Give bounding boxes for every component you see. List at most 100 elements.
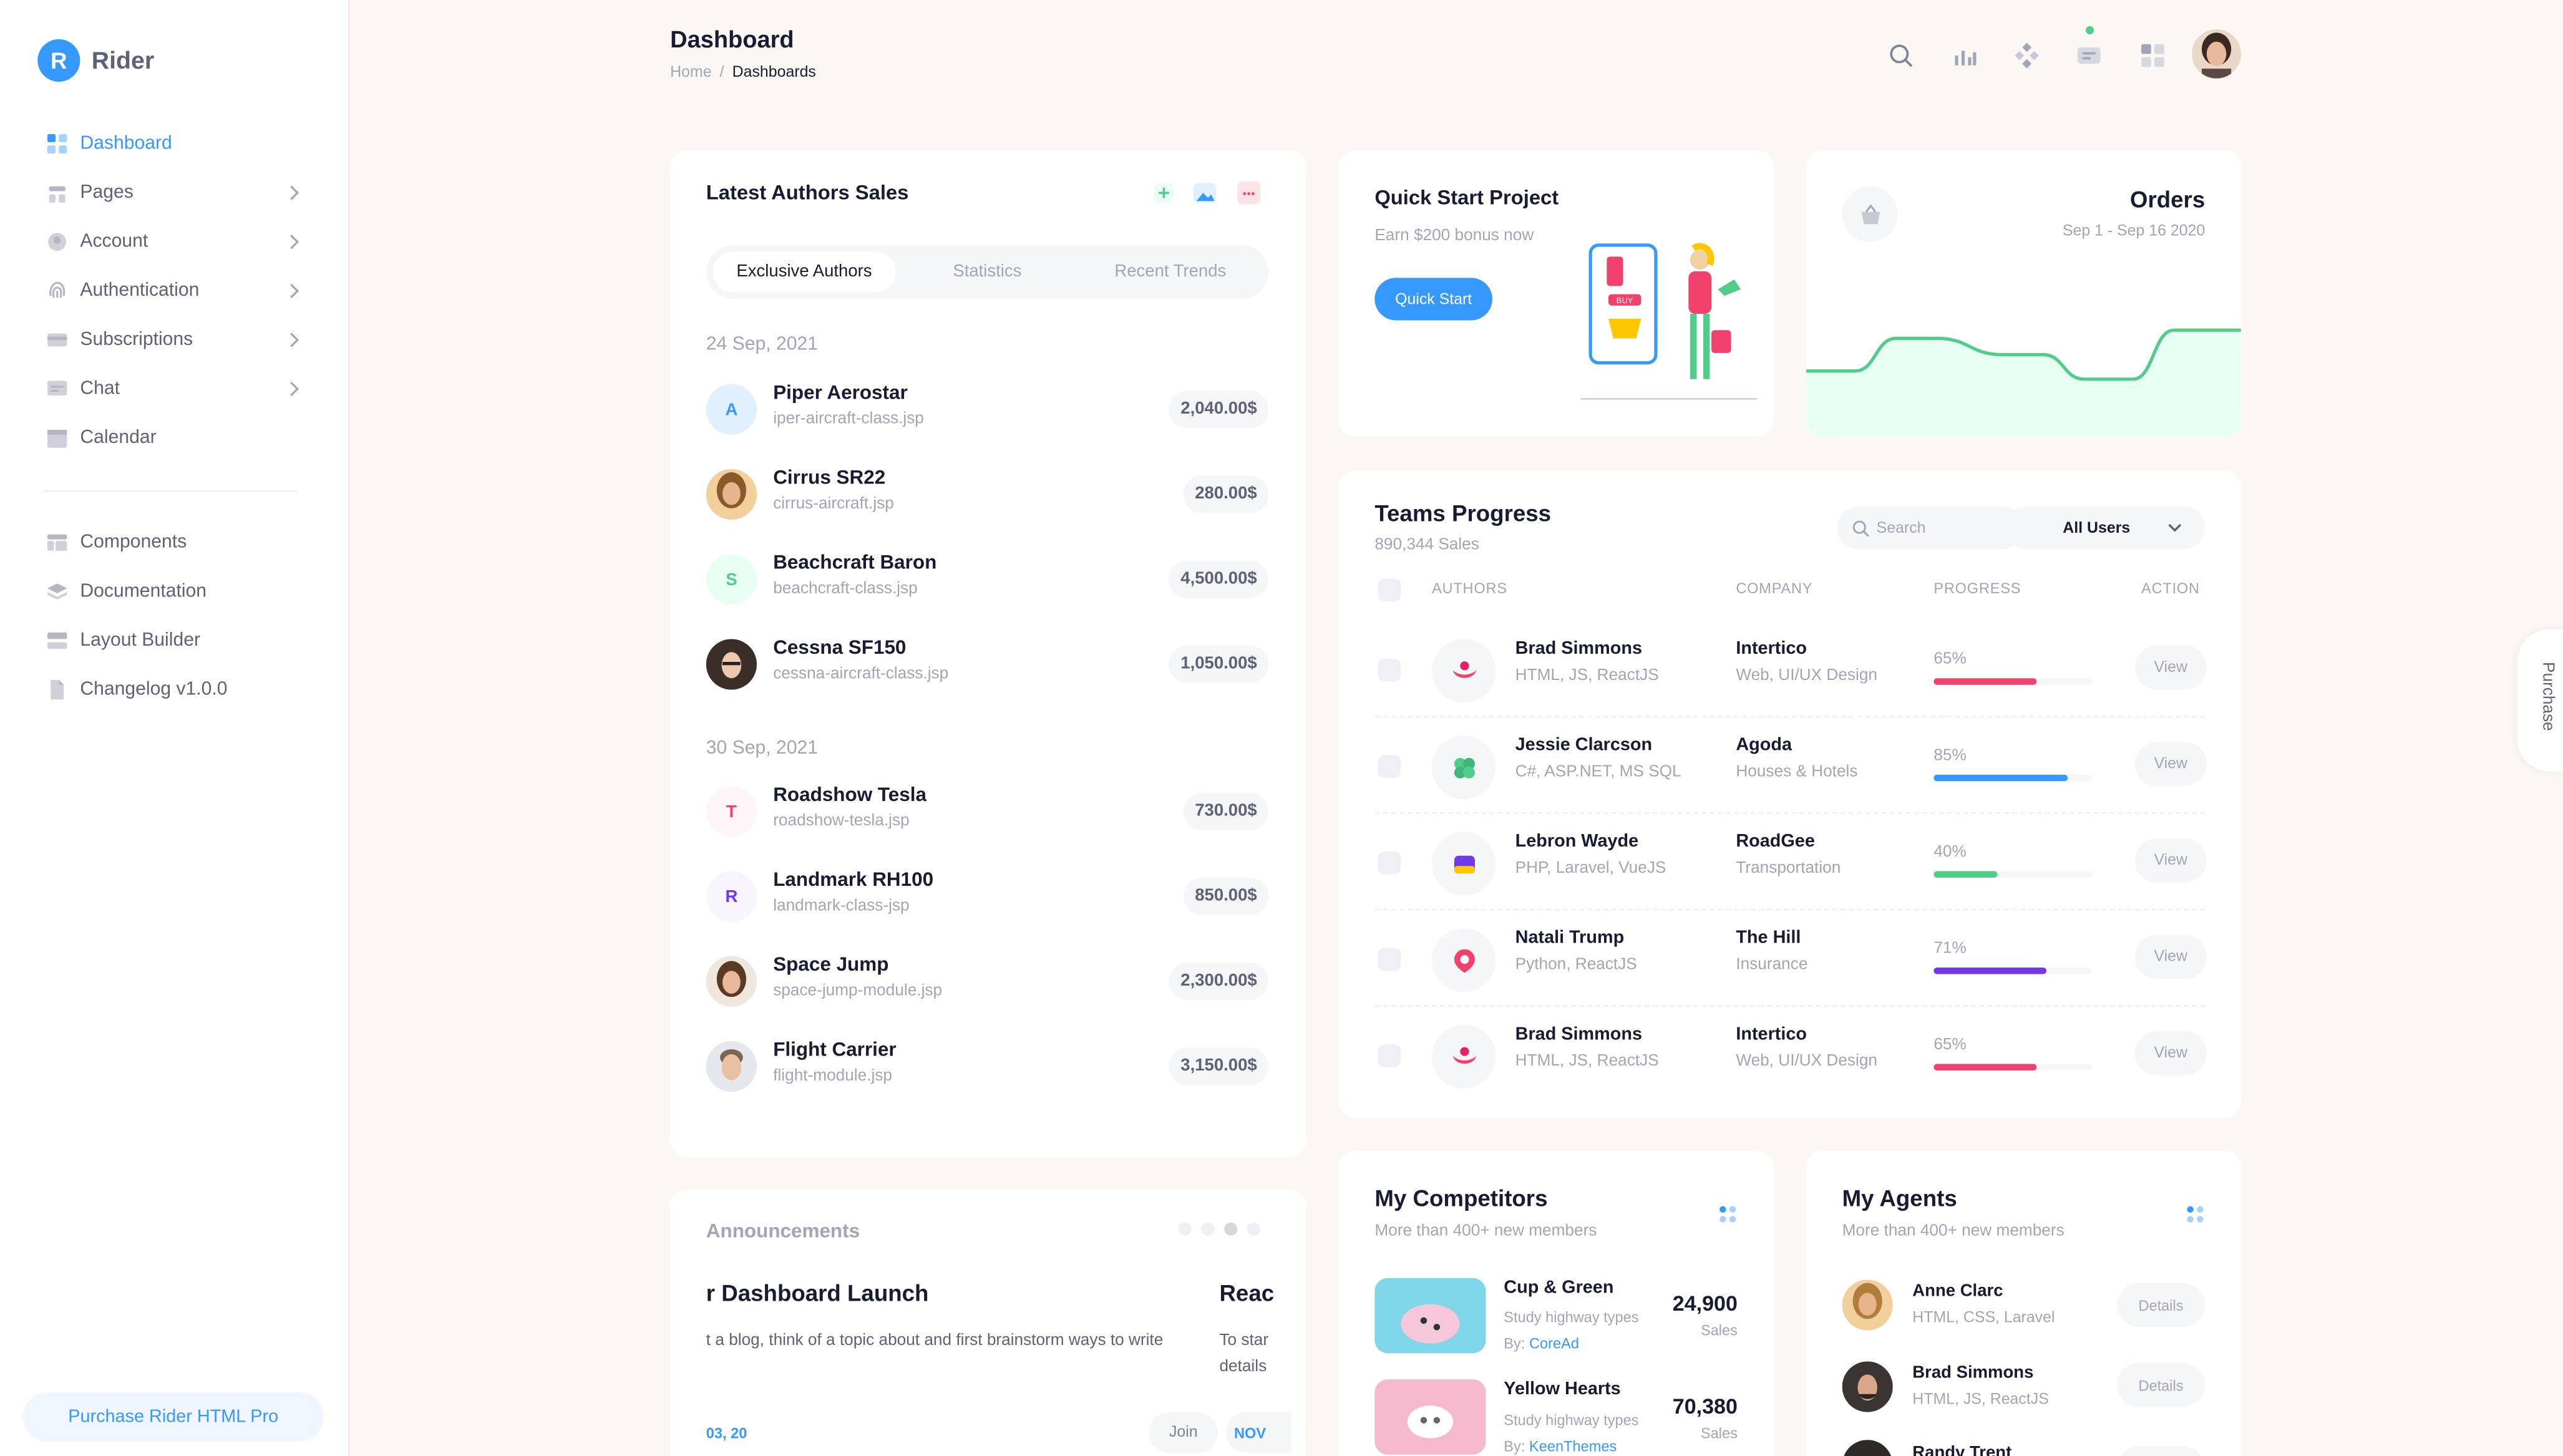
menu-dots-icon[interactable] xyxy=(1718,1205,1738,1224)
sidebar-item-pages[interactable]: Pages xyxy=(0,168,348,218)
sidebar-item-account[interactable]: Account xyxy=(0,217,348,266)
sidebar-item-chat[interactable]: Chat xyxy=(0,364,348,414)
agent-avatar xyxy=(1842,1361,1893,1412)
breadcrumb: Home / Dashboards xyxy=(670,64,816,82)
announcements-card: Announcements r Dashboard Launch Reac t … xyxy=(670,1190,1306,1456)
sidebar-item-label: Calendar xyxy=(80,428,157,448)
chat-icon xyxy=(46,380,67,398)
row-checkbox[interactable] xyxy=(1378,851,1401,875)
quick-start-card: Quick Start Project Earn $200 bonus now … xyxy=(1338,150,1774,437)
carousel-dot[interactable] xyxy=(1247,1222,1260,1236)
row-checkbox[interactable] xyxy=(1378,658,1401,682)
competitor-author-link[interactable]: KeenThemes xyxy=(1529,1439,1617,1455)
author-amount: 2,040.00$ xyxy=(1169,391,1269,429)
author-initial-avatar: R xyxy=(706,871,757,922)
image-icon[interactable] xyxy=(1193,183,1217,203)
author-name: Beachcraft Baron xyxy=(773,550,937,574)
table-row: Brad Simmons HTML, JS, ReactJS Intertico… xyxy=(1374,1008,2207,1103)
bar-chart-icon[interactable] xyxy=(1950,41,1980,70)
sidebar-item-label: Chat xyxy=(80,379,120,399)
purchase-side-tab[interactable]: Purchase xyxy=(2517,629,2563,772)
breadcrumb-home[interactable]: Home xyxy=(670,64,711,82)
details-button[interactable]: Details xyxy=(2116,1362,2206,1407)
author-file: space-jump-module.jsp xyxy=(773,982,943,1001)
author-row[interactable]: Cessna SF150 cessna-aircraft-class.jsp 1… xyxy=(706,633,1269,698)
agent-avatar xyxy=(1842,1440,1893,1456)
sidebar-item-documentation[interactable]: Documentation xyxy=(0,567,348,616)
agent-skills: HTML, CSS, Laravel xyxy=(1912,1309,2055,1327)
notifications-message-icon[interactable] xyxy=(2074,41,2104,70)
users-filter-select[interactable]: All Users xyxy=(2003,507,2206,550)
select-all-checkbox[interactable] xyxy=(1378,578,1401,602)
purchase-pro-button[interactable]: Purchase Rider HTML Pro xyxy=(22,1392,324,1442)
more-options-icon[interactable] xyxy=(1237,181,1260,205)
tab-statistics[interactable]: Statistics xyxy=(896,251,1079,292)
sidebar-item-subscriptions[interactable]: Subscriptions xyxy=(0,316,348,365)
author-row[interactable]: R Landmark RH100 landmark-class-jsp 850.… xyxy=(706,865,1269,930)
view-button[interactable]: View xyxy=(2134,934,2207,979)
author-row[interactable]: T Roadshow Tesla roadshow-tesla.jsp 730.… xyxy=(706,780,1269,845)
layout-grid-icon[interactable] xyxy=(2138,41,2167,70)
plus-icon[interactable] xyxy=(1154,183,1174,203)
details-button[interactable]: Details xyxy=(2116,1283,2206,1327)
menu-dots-icon[interactable] xyxy=(2186,1205,2205,1224)
tab-exclusive-authors[interactable]: Exclusive Authors xyxy=(712,251,896,293)
author-row[interactable]: S Beachcraft Baron beachcraft-class.jsp … xyxy=(706,548,1269,613)
progress-bar xyxy=(1933,967,2093,974)
author-row[interactable]: Space Jump space-jump-module.jsp 2,300.0… xyxy=(706,949,1269,1015)
sidebar-item-label: Authentication xyxy=(80,281,200,301)
orders-range: Sep 1 - Sep 16 2020 xyxy=(2062,222,2206,241)
progress-fill xyxy=(1933,774,2069,782)
sidebar-item-changelog[interactable]: Changelog v1.0.0 xyxy=(0,665,348,714)
author-initial-avatar: S xyxy=(706,554,757,605)
view-button[interactable]: View xyxy=(2134,838,2207,883)
sidebar-item-authentication[interactable]: Authentication xyxy=(0,266,348,316)
row-checkbox[interactable] xyxy=(1378,1044,1401,1067)
sidebar-item-label: Components xyxy=(80,533,187,553)
teams-subtitle: 890,344 Sales xyxy=(1374,536,1479,555)
sidebar-item-calendar[interactable]: Calendar xyxy=(0,414,348,463)
author-row[interactable]: A Piper Aerostar iper-aircraft-class.jsp… xyxy=(706,377,1269,443)
month-badge: NOV xyxy=(1225,1412,1291,1454)
competitors-subtitle: More than 400+ new members xyxy=(1374,1222,1597,1241)
carousel-dot[interactable] xyxy=(1178,1222,1192,1236)
sidebar-item-components[interactable]: Components xyxy=(0,518,348,568)
quick-start-button[interactable]: Quick Start xyxy=(1374,278,1492,321)
brand[interactable]: R Rider xyxy=(37,39,154,82)
buy-label: BUY xyxy=(1617,296,1633,305)
filter-value: All Users xyxy=(2063,518,2131,537)
row-checkbox[interactable] xyxy=(1378,755,1401,779)
view-button[interactable]: View xyxy=(2134,1031,2207,1075)
author-row[interactable]: Cirrus SR22 cirrus-aircraft.jsp 280.00$ xyxy=(706,462,1269,528)
sidebar-item-dashboard[interactable]: Dashboard xyxy=(0,119,348,168)
details-button[interactable] xyxy=(2116,1446,2206,1456)
search-input[interactable]: Search xyxy=(1837,507,2024,550)
join-button[interactable]: Join xyxy=(1149,1412,1218,1454)
competitor-author-link[interactable]: CoreAd xyxy=(1529,1335,1579,1351)
search-icon[interactable] xyxy=(1886,41,1915,70)
author-amount: 730.00$ xyxy=(1183,792,1269,830)
announcement-headline: r Dashboard Launch xyxy=(706,1279,929,1306)
row-checkbox[interactable] xyxy=(1378,948,1401,971)
secondary-nav: Components Documentation Layout Builder … xyxy=(0,518,348,714)
intertico-logo-icon xyxy=(1432,1024,1496,1089)
view-button[interactable]: View xyxy=(2134,645,2207,690)
view-button[interactable]: View xyxy=(2134,742,2207,787)
by-label: By: xyxy=(1504,1335,1525,1352)
competitors-card: My Competitors More than 400+ new member… xyxy=(1338,1150,1774,1456)
basket-icon xyxy=(1842,186,1898,242)
team-member-name: Brad Simmons xyxy=(1515,639,1643,659)
team-member-name: Brad Simmons xyxy=(1515,1024,1643,1045)
carousel-dot[interactable] xyxy=(1201,1222,1215,1236)
tab-recent-trends[interactable]: Recent Trends xyxy=(1079,251,1262,292)
file-icon xyxy=(46,679,67,700)
author-row[interactable]: Flight Carrier flight-module.jsp 3,150.0… xyxy=(706,1034,1269,1100)
team-member-name: Natali Trump xyxy=(1515,928,1625,948)
apps-diamond-icon[interactable] xyxy=(2012,41,2041,70)
sidebar-item-layout-builder[interactable]: Layout Builder xyxy=(0,616,348,666)
user-avatar[interactable] xyxy=(2192,29,2241,79)
the-hill-logo-icon xyxy=(1432,928,1496,993)
teams-progress-card: Teams Progress 890,344 Sales Search All … xyxy=(1338,470,2241,1119)
carousel-dot-active[interactable] xyxy=(1224,1222,1238,1236)
competitor-by: By: CoreAd xyxy=(1504,1335,1579,1351)
